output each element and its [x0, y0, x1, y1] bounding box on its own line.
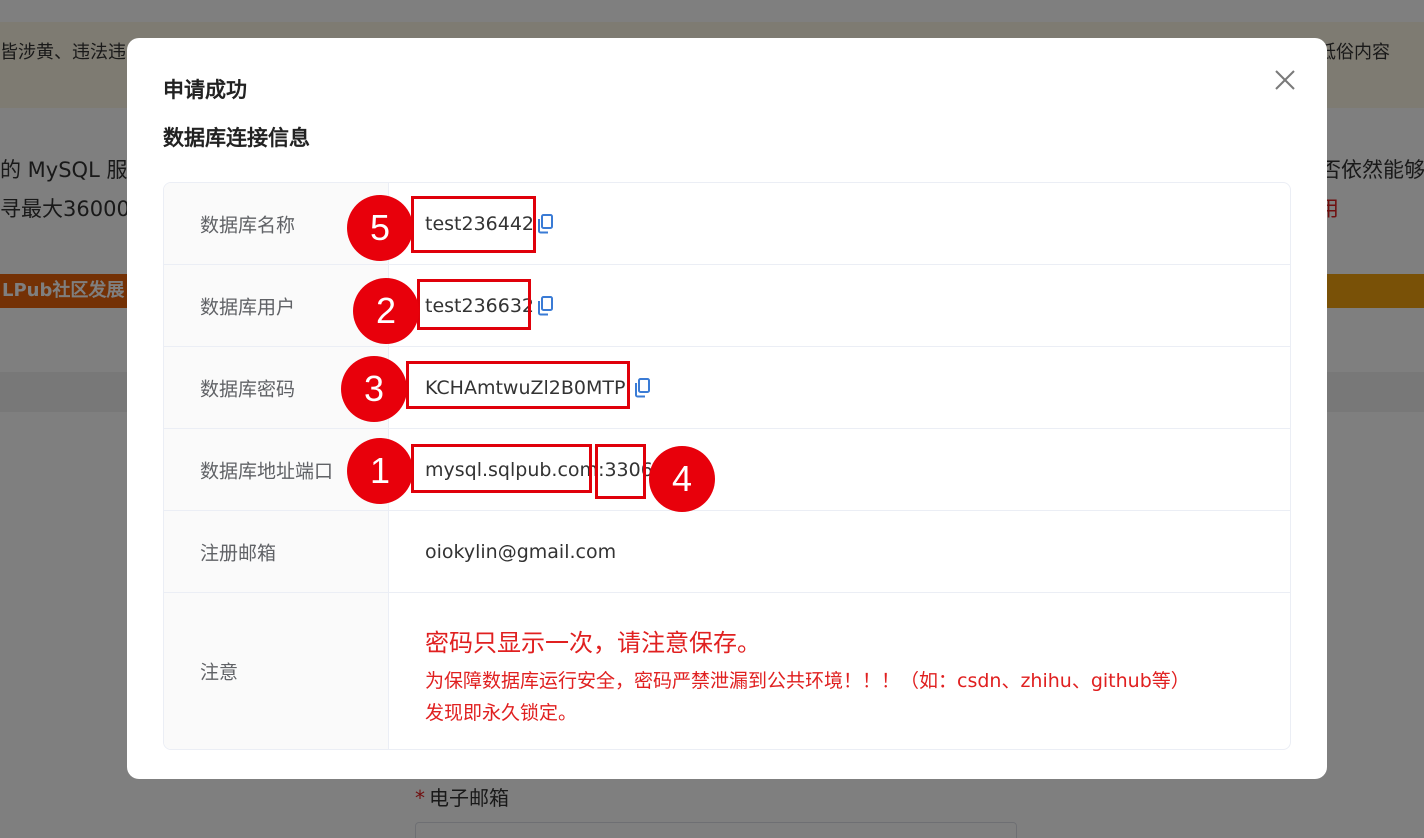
annotation-box-db-name: [411, 196, 536, 253]
annotation-badge-2: 2: [353, 278, 419, 344]
row-db-name: 数据库名称 test236442: [164, 183, 1290, 265]
row-db-user: 数据库用户 test236632: [164, 265, 1290, 347]
row-label: 注意: [200, 661, 239, 684]
row-db-host-port: 数据库地址端口 mysql.sqlpub.com:3306: [164, 429, 1290, 511]
warning-line-2: 发现即永久锁定。: [425, 702, 578, 724]
row-label-cell: 注册邮箱: [164, 511, 389, 592]
copy-icon[interactable]: [536, 213, 554, 234]
annotation-box-db-password: [406, 361, 630, 409]
section-title: 数据库连接信息: [163, 126, 310, 150]
row-label: 数据库名称: [200, 214, 296, 236]
row-label: 数据库地址端口: [200, 460, 334, 482]
connection-info-table: 数据库名称 test236442 数据库用户 test236632 数据库密码 …: [163, 182, 1291, 750]
email-value: oiokylin@gmail.com: [425, 540, 617, 563]
annotation-box-db-host: [411, 444, 592, 493]
warning-main: 密码只显示一次，请注意保存。: [425, 629, 761, 657]
row-label: 数据库密码: [200, 378, 296, 400]
success-dialog: 申请成功 数据库连接信息 数据库名称 test236442 数据库用户 test…: [127, 38, 1327, 779]
copy-icon[interactable]: [633, 377, 651, 398]
row-label-cell: 注意: [164, 593, 389, 749]
annotation-badge-4: 4: [649, 446, 715, 512]
annotation-box-db-user: [417, 279, 531, 330]
row-db-password: 数据库密码 KCHAmtwuZl2B0MTP: [164, 347, 1290, 429]
row-label: 注册邮箱: [200, 542, 277, 564]
close-icon: [1275, 70, 1295, 90]
row-label: 数据库用户: [200, 296, 296, 318]
row-value-cell: 密码只显示一次，请注意保存。 为保障数据库运行安全，密码严禁泄漏到公共环境！！！…: [389, 593, 1290, 749]
dialog-title: 申请成功: [163, 78, 247, 102]
copy-icon[interactable]: [536, 295, 554, 316]
warning-detail: 为保障数据库运行安全，密码严禁泄漏到公共环境！！！（如：csdn、zhihu、g…: [425, 665, 1190, 729]
annotation-badge-1: 1: [347, 438, 413, 504]
annotation-box-db-port: [595, 444, 646, 499]
row-email: 注册邮箱 oiokylin@gmail.com: [164, 511, 1290, 593]
annotation-badge-5: 5: [347, 195, 413, 261]
annotation-badge-3: 3: [341, 356, 407, 422]
row-value-cell: oiokylin@gmail.com: [389, 511, 1290, 592]
warning-line-1: 为保障数据库运行安全，密码严禁泄漏到公共环境！！！（如：csdn、zhihu、g…: [425, 670, 1190, 692]
close-button[interactable]: [1271, 66, 1299, 94]
row-notice: 注意 密码只显示一次，请注意保存。 为保障数据库运行安全，密码严禁泄漏到公共环境…: [164, 593, 1290, 749]
